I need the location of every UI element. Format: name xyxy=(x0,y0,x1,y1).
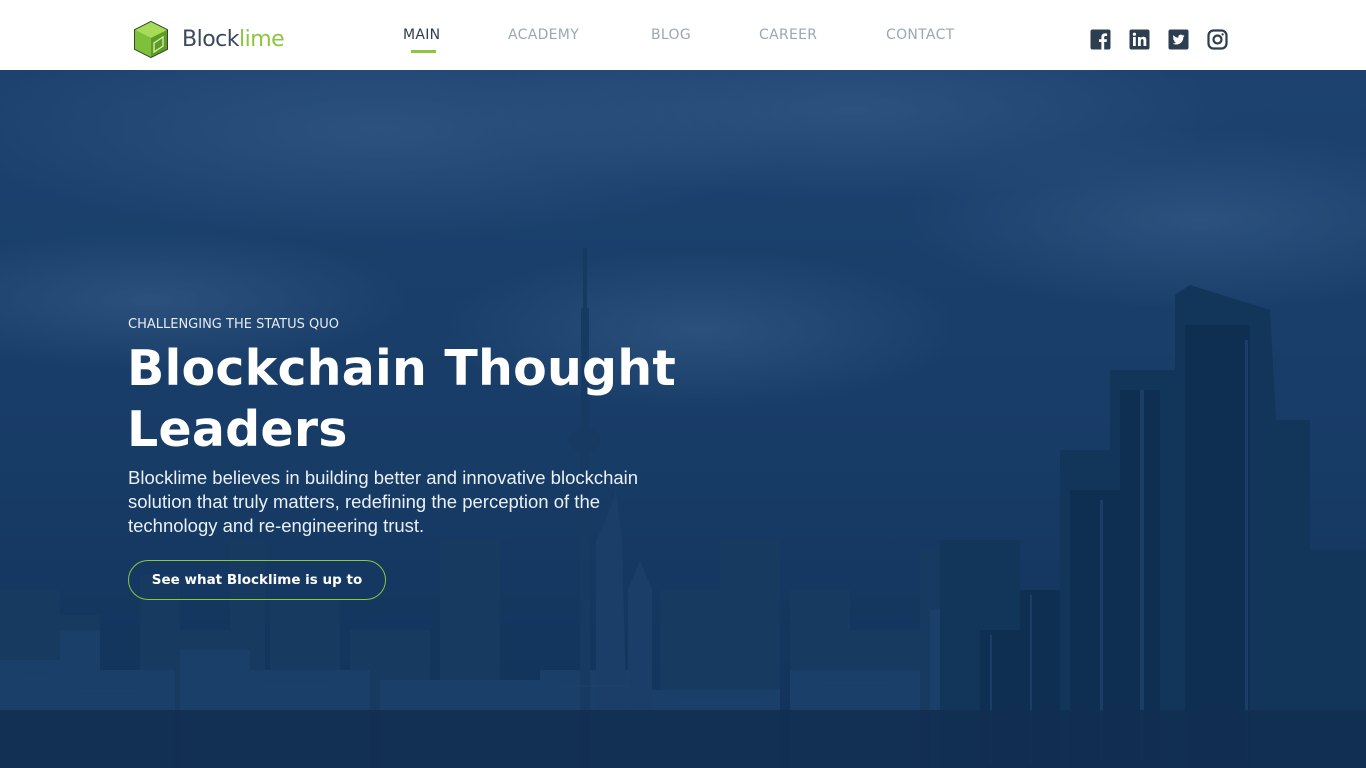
nav-active-indicator xyxy=(411,50,436,53)
nav-item-contact[interactable]: CONTACT xyxy=(886,27,955,43)
brand-logo[interactable]: Blocklime xyxy=(132,20,285,60)
nav-item-main[interactable]: MAIN xyxy=(403,27,441,53)
brand-name-part2: lime xyxy=(239,27,285,52)
nav-item-academy[interactable]: ACADEMY xyxy=(508,27,579,43)
instagram-icon[interactable] xyxy=(1207,29,1228,50)
site-header: Blocklime MAIN ACADEMY BLOG CAREER CONTA… xyxy=(0,0,1366,70)
linkedin-icon[interactable] xyxy=(1129,29,1150,50)
nav-item-label: MAIN xyxy=(403,27,441,43)
brand-name: Blocklime xyxy=(182,20,285,60)
nav-item-career[interactable]: CAREER xyxy=(759,27,817,43)
cta-button[interactable]: See what Blocklime is up to xyxy=(128,560,386,600)
cube-logo-icon xyxy=(134,20,168,59)
hero-headline: Blockchain Thought Leaders xyxy=(127,340,677,458)
nav-item-blog[interactable]: BLOG xyxy=(651,27,691,43)
nav-item-label: CAREER xyxy=(759,27,818,43)
hero-section: CHALLENGING THE STATUS QUO Blockchain Th… xyxy=(0,70,1366,768)
facebook-icon[interactable] xyxy=(1090,29,1111,50)
nav-item-label: BLOG xyxy=(651,27,691,43)
nav-item-label: ACADEMY xyxy=(508,27,580,43)
hero-eyebrow: CHALLENGING THE STATUS QUO xyxy=(128,317,339,332)
nav-item-label: CONTACT xyxy=(886,27,955,43)
hero-description: Blocklime believes in building better an… xyxy=(128,467,639,536)
brand-name-part1: Block xyxy=(182,27,240,52)
twitter-icon[interactable] xyxy=(1168,29,1189,50)
